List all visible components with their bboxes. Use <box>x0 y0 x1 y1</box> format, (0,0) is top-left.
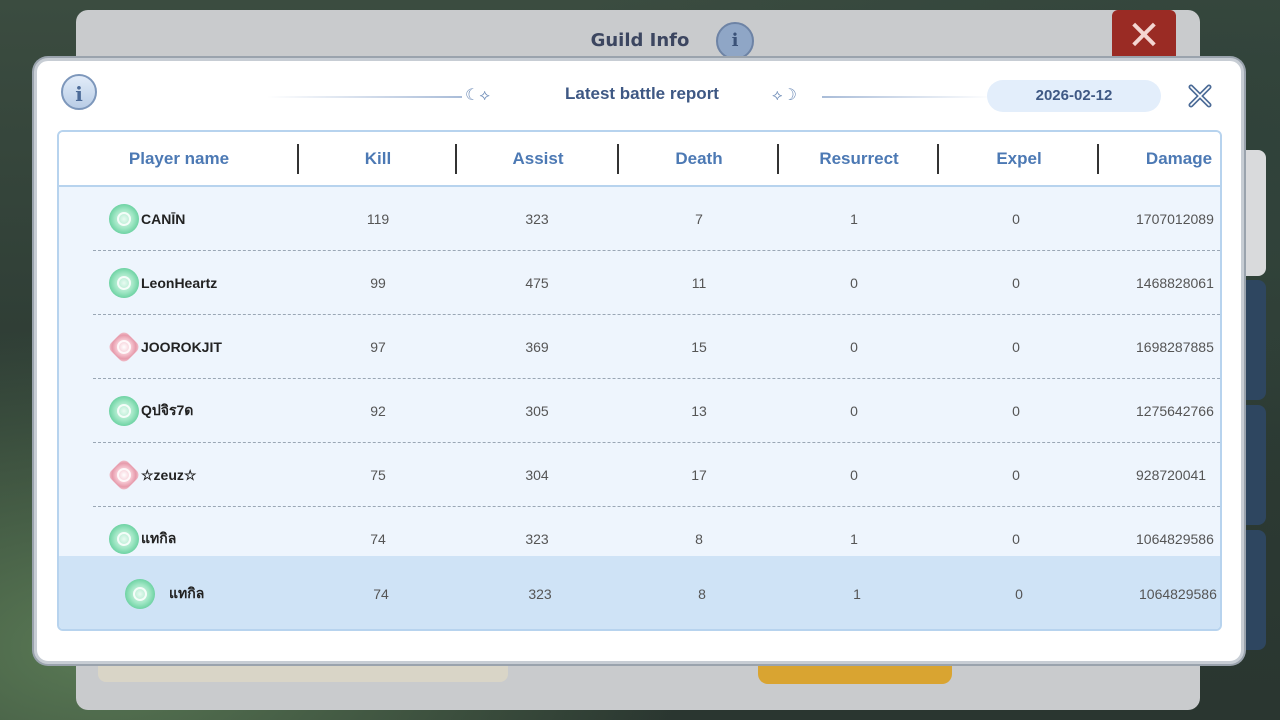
kill-value: 99 <box>370 275 386 291</box>
death-value: 17 <box>691 467 707 483</box>
assist-value: 305 <box>525 403 549 419</box>
kill-value: 74 <box>373 585 389 602</box>
moon-ornament-left-icon: ☾⟡ <box>465 85 490 104</box>
table-row[interactable]: LeonHeartz 99 475 11 0 0 1468828061 <box>59 251 1220 315</box>
assist-value: 475 <box>525 275 549 291</box>
damage-value: 1275642766 <box>1136 403 1214 419</box>
kill-value: 119 <box>366 211 390 227</box>
guild-info-close-button[interactable]: ✕ <box>1112 10 1176 62</box>
guild-info-icon[interactable]: i <box>716 22 754 60</box>
player-name-cell: JOOROKJIT <box>107 315 299 379</box>
expel-value: 0 <box>1012 403 1020 419</box>
col-header-expel[interactable]: Expel <box>939 132 1099 185</box>
guild-emblem-icon <box>107 458 141 492</box>
assist-value: 304 <box>525 467 549 483</box>
player-name-cell: Qปจิร7ด <box>109 379 299 443</box>
guild-info-title: Guild Info <box>590 30 690 51</box>
col-header-resurrect[interactable]: Resurrect <box>779 132 939 185</box>
assist-value: 323 <box>528 585 552 602</box>
player-name: แทกิล <box>169 584 205 601</box>
expel-value: 0 <box>1012 339 1020 355</box>
info-icon[interactable]: i <box>61 74 97 110</box>
assist-value: 323 <box>525 211 549 227</box>
guild-emblem-icon <box>109 268 139 298</box>
expel-value: 0 <box>1012 275 1020 291</box>
player-name: ☆zeuz☆ <box>141 466 197 483</box>
title-divider-right <box>822 96 992 98</box>
col-header-assist[interactable]: Assist <box>457 132 619 185</box>
table-row[interactable]: Qปจิร7ด 92 305 13 0 0 1275642766 <box>59 379 1220 443</box>
damage-value: 928720041 <box>1136 467 1207 483</box>
col-header-kill[interactable]: Kill <box>299 132 457 185</box>
kill-value: 92 <box>370 403 386 419</box>
kill-value: 75 <box>370 467 386 483</box>
battle-report-table[interactable]: Player name Kill Assist Death Resurrect … <box>57 130 1222 631</box>
table-row[interactable]: CANĪN 119 323 7 1 0 1707012089 <box>59 187 1220 251</box>
death-value: 11 <box>691 275 707 291</box>
col-header-damage[interactable]: Damage <box>1099 132 1220 185</box>
col-header-death[interactable]: Death <box>619 132 779 185</box>
battle-report-dialog: i ☾⟡ Latest battle report ⟡☽ 2026-02-12 … <box>34 58 1244 664</box>
resurrect-value: 1 <box>853 585 861 602</box>
assist-value: 369 <box>525 339 549 355</box>
player-name-cell: CANĪN <box>109 187 299 251</box>
report-date-selector[interactable]: 2026-02-12 <box>987 80 1161 112</box>
dialog-title: Latest battle report <box>565 84 719 103</box>
player-name: JOOROKJIT <box>141 339 222 355</box>
guild-emblem-icon <box>109 396 139 426</box>
table-row[interactable]: JOOROKJIT 97 369 15 0 0 1698287885 <box>59 315 1220 379</box>
player-name-cell: ☆zeuz☆ <box>107 443 299 507</box>
title-divider-left <box>267 96 462 98</box>
damage-value: 1064829586 <box>1139 585 1217 602</box>
player-name-cell: LeonHeartz <box>109 251 299 315</box>
player-name: CANĪN <box>141 211 186 227</box>
close-icon <box>1188 84 1212 108</box>
death-value: 15 <box>691 339 707 355</box>
resurrect-value: 1 <box>850 211 858 227</box>
table-row[interactable]: ☆zeuz☆ 75 304 17 0 0 928720041 <box>59 443 1220 507</box>
kill-value: 97 <box>370 339 386 355</box>
resurrect-value: 0 <box>850 467 858 483</box>
table-header: Player name Kill Assist Death Resurrect … <box>59 132 1220 187</box>
death-value: 8 <box>698 585 706 602</box>
expel-value: 0 <box>1012 211 1020 227</box>
guild-emblem-icon <box>109 524 139 554</box>
player-name-cell: แทกิล <box>125 556 315 629</box>
self-row[interactable]: แทกิล 74 323 8 1 0 1064829586 <box>59 556 1220 629</box>
player-name: แทกิล <box>141 530 177 546</box>
expel-value: 0 <box>1015 585 1023 602</box>
death-value: 13 <box>691 403 707 419</box>
damage-value: 1698287885 <box>1136 339 1214 355</box>
player-name: LeonHeartz <box>141 275 218 291</box>
damage-value: 1468828061 <box>1136 275 1214 291</box>
moon-ornament-right-icon: ⟡☽ <box>772 85 797 104</box>
guild-emblem-icon <box>107 330 141 364</box>
player-name: Qปจิร7ด <box>141 402 194 418</box>
guild-emblem-icon <box>109 204 139 234</box>
damage-value: 1707012089 <box>1136 211 1214 227</box>
resurrect-value: 0 <box>850 339 858 355</box>
guild-emblem-icon <box>125 578 155 609</box>
expel-value: 0 <box>1012 467 1020 483</box>
death-value: 7 <box>695 211 703 227</box>
close-button[interactable] <box>1185 81 1215 111</box>
resurrect-value: 0 <box>850 403 858 419</box>
col-header-player-name[interactable]: Player name <box>59 132 299 185</box>
resurrect-value: 0 <box>850 275 858 291</box>
